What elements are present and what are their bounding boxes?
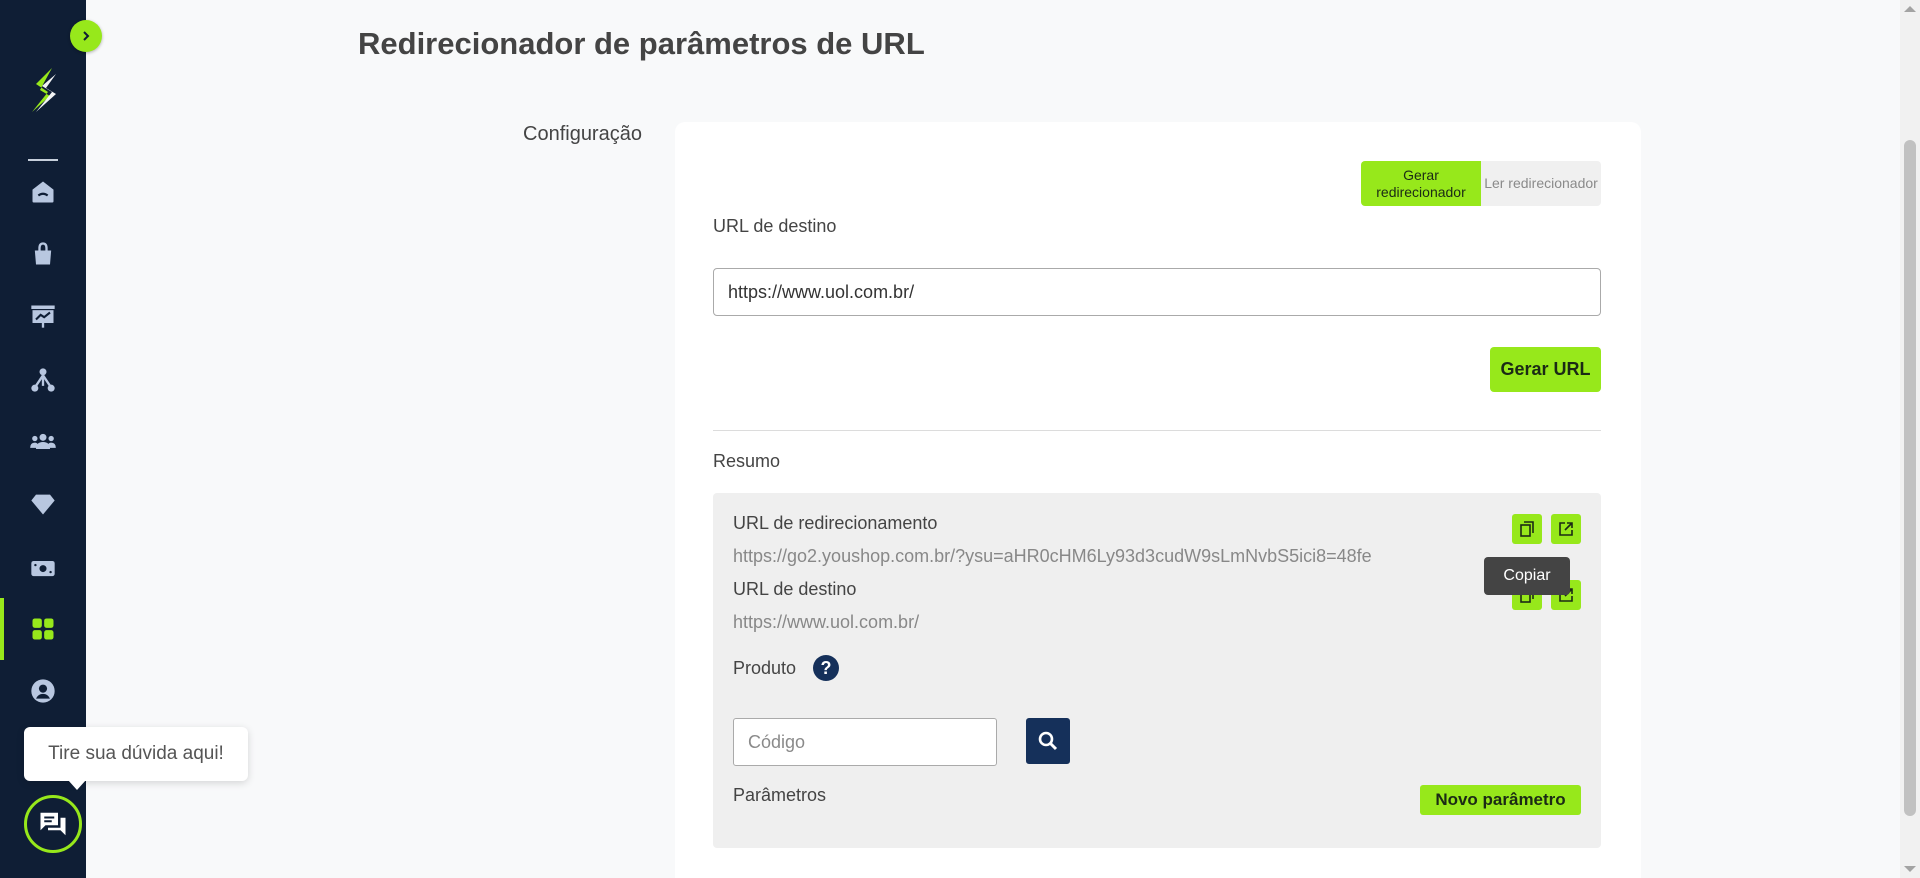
user-circle-icon	[31, 679, 55, 703]
sidebar-toggle-button[interactable]	[70, 20, 102, 52]
sidebar-item-finance[interactable]	[0, 537, 86, 599]
sidebar-item-premium[interactable]	[0, 473, 86, 535]
chat-icon	[40, 812, 66, 836]
apps-grid-icon	[32, 618, 54, 640]
external-link-icon	[1559, 522, 1573, 536]
tab-generate-redirector[interactable]: Gerar redirecionador	[1361, 161, 1481, 206]
redirect-url-label: URL de redirecionamento	[733, 513, 938, 533]
chat-tooltip: Tire sua dúvida aqui!	[24, 727, 248, 790]
search-button[interactable]	[1026, 718, 1070, 764]
sidebar-item-reports[interactable]	[0, 285, 86, 347]
summary-title: Resumo	[713, 451, 781, 471]
search-icon	[1038, 731, 1058, 751]
destination-url-input[interactable]	[713, 268, 1601, 316]
sidebar-item-home[interactable]	[0, 161, 86, 223]
mode-toggle: Gerar redirecionador Ler redirecionador	[1361, 161, 1601, 206]
destination-url-label: URL de destino	[713, 216, 837, 236]
product-code-input[interactable]	[733, 718, 997, 766]
sidebar-item-apps[interactable]	[0, 598, 86, 660]
section-label: Configuração	[523, 123, 642, 145]
users-icon	[30, 433, 56, 449]
copy-tooltip: Copiar	[1484, 557, 1570, 595]
sidebar-item-profile[interactable]	[0, 660, 86, 722]
tab-read-redirector[interactable]: Ler redirecionador	[1481, 161, 1601, 206]
brand-logo	[32, 68, 56, 112]
scroll-up-arrow[interactable]	[1904, 6, 1916, 12]
new-parameter-button[interactable]: Novo parâmetro	[1420, 785, 1581, 815]
money-icon	[31, 561, 55, 577]
copy-redirect-url-button[interactable]	[1512, 514, 1542, 544]
page-scrollbar[interactable]	[1900, 0, 1920, 878]
product-label: Produto	[733, 658, 797, 678]
chevron-right-icon	[83, 31, 90, 41]
summary-destination-label: URL de destino	[733, 579, 857, 599]
page-title: Redirecionador de parâmetros de URL	[358, 26, 925, 61]
sidebar-item-network[interactable]	[0, 349, 86, 411]
copy-icon	[1520, 521, 1534, 537]
divider	[713, 430, 1601, 431]
redirect-url-value: https://go2.youshop.com.br/?ysu=aHR0cHM6…	[733, 546, 1372, 566]
scroll-thumb[interactable]	[1904, 140, 1916, 816]
open-redirect-url-button[interactable]	[1551, 514, 1581, 544]
generate-url-button[interactable]: Gerar URL	[1490, 347, 1601, 392]
presentation-chart-icon	[31, 305, 55, 328]
help-icon[interactable]: ?	[813, 655, 839, 681]
diamond-icon	[31, 494, 55, 515]
summary-destination-value: https://www.uol.com.br/	[733, 612, 920, 632]
home-icon	[32, 181, 54, 203]
sidebar-item-users[interactable]	[0, 411, 86, 473]
shopping-bag-icon	[34, 242, 52, 265]
network-icon	[31, 368, 55, 392]
chat-button[interactable]	[24, 795, 82, 853]
chat-tooltip-text: Tire sua dúvida aqui!	[48, 743, 224, 764]
sidebar-item-products[interactable]	[0, 223, 86, 285]
params-label: Parâmetros	[733, 785, 827, 805]
scroll-down-arrow[interactable]	[1904, 866, 1916, 872]
